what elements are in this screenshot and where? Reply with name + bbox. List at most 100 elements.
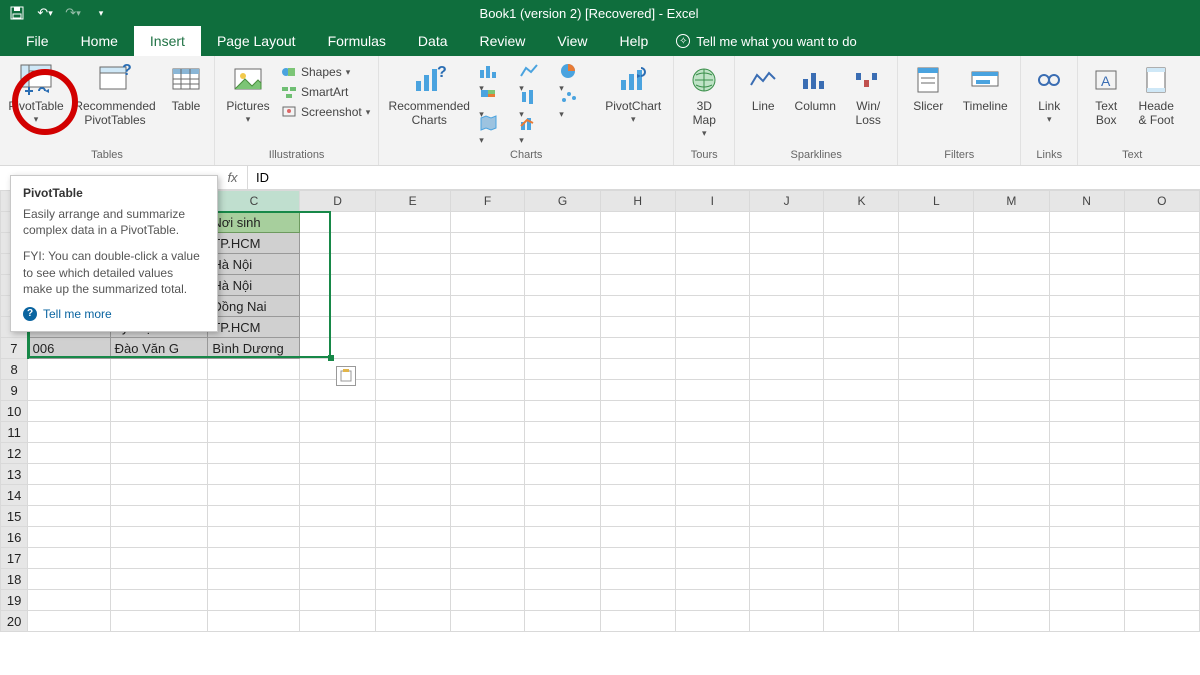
cell[interactable] [899, 233, 974, 254]
cell[interactable] [899, 380, 974, 401]
cell[interactable] [824, 569, 899, 590]
cell[interactable] [899, 464, 974, 485]
cell[interactable] [899, 527, 974, 548]
cell[interactable] [1049, 464, 1124, 485]
cell[interactable] [525, 611, 600, 632]
cell[interactable] [300, 590, 375, 611]
pivot-table-button[interactable]: PivotTable ▾ [8, 60, 64, 125]
cell[interactable] [1049, 338, 1124, 359]
column-header-K[interactable]: K [824, 191, 899, 212]
cell[interactable] [110, 548, 208, 569]
cell[interactable] [675, 506, 749, 527]
cell[interactable] [375, 590, 450, 611]
cell[interactable] [749, 569, 824, 590]
cell[interactable] [899, 401, 974, 422]
cell[interactable] [899, 485, 974, 506]
recommended-pivot-button[interactable]: ? Recommended PivotTables [72, 60, 158, 128]
cell[interactable] [974, 275, 1049, 296]
cell[interactable] [1124, 275, 1199, 296]
cell[interactable] [974, 422, 1049, 443]
paste-options-icon[interactable] [336, 366, 356, 386]
cell[interactable] [28, 611, 110, 632]
tell-me-search[interactable]: ✧ Tell me what you want to do [664, 26, 868, 56]
3d-map-button[interactable]: 3D Map ▾ [682, 60, 726, 139]
row-header[interactable]: 13 [1, 464, 28, 485]
cell[interactable] [375, 485, 450, 506]
column-header-G[interactable]: G [525, 191, 600, 212]
cell[interactable] [1049, 380, 1124, 401]
cell[interactable] [749, 212, 824, 233]
cell[interactable] [600, 611, 675, 632]
cell[interactable] [824, 212, 899, 233]
column-header-J[interactable]: J [749, 191, 824, 212]
cell[interactable] [28, 401, 110, 422]
cell[interactable] [824, 401, 899, 422]
cell[interactable] [525, 254, 600, 275]
cell[interactable] [525, 464, 600, 485]
cell[interactable] [450, 527, 525, 548]
cell[interactable] [1124, 611, 1199, 632]
cell[interactable] [208, 422, 300, 443]
cell[interactable] [675, 611, 749, 632]
cell[interactable] [208, 464, 300, 485]
cell[interactable] [375, 317, 450, 338]
recommended-charts-button[interactable]: ? Recommended Charts [387, 60, 471, 128]
cell[interactable] [300, 443, 375, 464]
row-header[interactable]: 7 [1, 338, 28, 359]
cell[interactable] [375, 254, 450, 275]
cell[interactable] [600, 296, 675, 317]
cell[interactable] [450, 317, 525, 338]
tab-view[interactable]: View [541, 26, 603, 56]
cell[interactable] [600, 338, 675, 359]
cell[interactable] [1124, 464, 1199, 485]
cell[interactable] [824, 296, 899, 317]
cell[interactable] [450, 359, 525, 380]
cell[interactable] [1124, 443, 1199, 464]
row-header[interactable]: 9 [1, 380, 28, 401]
cell[interactable] [824, 233, 899, 254]
chart-map-icon[interactable]: ▾ [479, 114, 513, 138]
cell[interactable] [1124, 380, 1199, 401]
cell[interactable] [28, 485, 110, 506]
cell[interactable] [1124, 548, 1199, 569]
cell[interactable] [375, 233, 450, 254]
cell[interactable] [300, 422, 375, 443]
cell[interactable] [600, 527, 675, 548]
column-header-O[interactable]: O [1124, 191, 1199, 212]
cell[interactable] [1049, 485, 1124, 506]
cell[interactable] [300, 506, 375, 527]
cell[interactable] [525, 422, 600, 443]
cell[interactable] [600, 548, 675, 569]
cell[interactable] [300, 548, 375, 569]
column-header-N[interactable]: N [1049, 191, 1124, 212]
cell[interactable] [824, 527, 899, 548]
cell[interactable] [1124, 296, 1199, 317]
cell[interactable] [110, 485, 208, 506]
cell[interactable] [450, 611, 525, 632]
screenshot-button[interactable]: Screenshot ▾ [281, 104, 370, 120]
cell[interactable] [974, 506, 1049, 527]
column-header-F[interactable]: F [450, 191, 525, 212]
slicer-button[interactable]: Slicer [906, 60, 950, 114]
cell[interactable] [208, 527, 300, 548]
row-header[interactable]: 11 [1, 422, 28, 443]
cell[interactable] [749, 548, 824, 569]
chart-combo-icon[interactable]: ▾ [519, 114, 553, 138]
cell[interactable]: Bình Dương [208, 338, 300, 359]
cell[interactable]: 006 [28, 338, 110, 359]
text-box-button[interactable]: AText Box [1086, 60, 1126, 128]
cell[interactable] [899, 590, 974, 611]
cell[interactable] [824, 254, 899, 275]
cell[interactable] [375, 296, 450, 317]
cell[interactable] [824, 506, 899, 527]
cell[interactable] [375, 527, 450, 548]
cell[interactable] [899, 338, 974, 359]
cell[interactable] [375, 380, 450, 401]
column-header-H[interactable]: H [600, 191, 675, 212]
cell[interactable] [749, 233, 824, 254]
cell[interactable] [600, 485, 675, 506]
cell[interactable] [375, 443, 450, 464]
cell[interactable] [974, 443, 1049, 464]
cell[interactable] [28, 527, 110, 548]
cell[interactable] [974, 254, 1049, 275]
